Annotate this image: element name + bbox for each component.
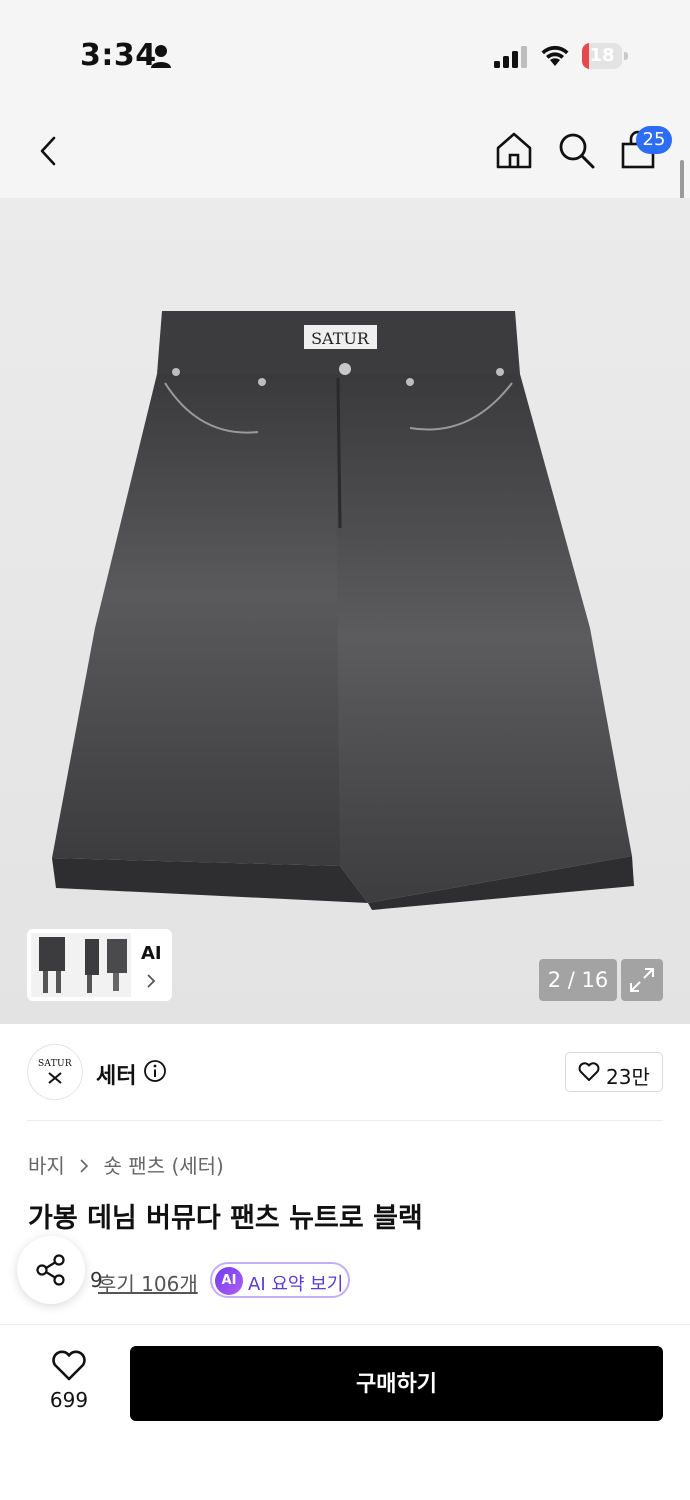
image-counter: 2 / 16 (539, 959, 617, 1001)
brand-name[interactable]: 세터 (96, 1058, 136, 1090)
wifi-icon (541, 45, 569, 66)
buy-button[interactable]: 구매하기 (130, 1346, 663, 1421)
nav-bar: 25 (0, 100, 690, 198)
cellular-signal-icon (494, 46, 527, 68)
expand-icon (630, 968, 654, 992)
divider (27, 1120, 663, 1121)
battery-cap (624, 52, 628, 60)
battery-indicator: 18 (582, 43, 628, 69)
battery-percent: 18 (589, 45, 615, 66)
battery-body: 18 (582, 43, 622, 69)
thumbnail-image (31, 933, 131, 997)
brand-like-button[interactable]: 23만 (565, 1052, 663, 1092)
share-icon (36, 1254, 65, 1286)
brand-logo-text: SATUR (37, 1059, 73, 1069)
review-link[interactable]: 후기 106개 (98, 1268, 198, 1297)
bottom-divider (0, 1324, 690, 1325)
wishlist-count: 699 (49, 1388, 89, 1412)
heart-icon (578, 1062, 600, 1081)
breadcrumb-item-short-pants[interactable]: 숏 팬츠 (세터) (104, 1154, 224, 1178)
search-icon[interactable] (556, 130, 596, 170)
person-icon (151, 45, 171, 68)
product-image: SATUR (52, 311, 634, 910)
ai-summary-button[interactable]: AI AI 요약 보기 (210, 1262, 350, 1298)
brand-logo[interactable]: SATUR (27, 1044, 83, 1100)
share-button[interactable] (17, 1236, 85, 1304)
chevron-right-icon (147, 974, 156, 988)
info-icon[interactable] (143, 1059, 167, 1083)
thumbnail-ai-label: AI (141, 943, 162, 964)
ai-lookbook-thumbnail[interactable]: AI (27, 929, 172, 1001)
product-image-gallery[interactable]: SATUR AI 2 / 16 (0, 198, 690, 1024)
jeans-label-text: SATUR (311, 329, 370, 348)
expand-button[interactable] (621, 959, 663, 1001)
brand-mark-icon (48, 1072, 62, 1084)
wishlist-button[interactable]: 699 (34, 1346, 104, 1422)
heart-icon (52, 1350, 86, 1381)
product-title: 가봉 데님 버뮤다 팬츠 뉴트로 블랙 (28, 1203, 423, 1234)
back-icon[interactable] (34, 132, 64, 170)
breadcrumb-item-pants[interactable]: 바지 (28, 1154, 65, 1178)
cart-count-badge: 25 (636, 126, 672, 154)
status-time: 3:34 (80, 38, 157, 73)
status-bar: 3:34 18 (0, 0, 690, 100)
rating-row: 9 후기 106개 AI AI 요약 보기 (28, 1262, 668, 1300)
ai-summary-label: AI 요약 보기 (248, 1274, 344, 1295)
ai-badge-icon: AI (215, 1267, 243, 1295)
brand-row: SATUR 세터 23만 (0, 1024, 690, 1120)
chevron-right-icon (80, 1159, 89, 1173)
brand-like-count: 23만 (606, 1065, 650, 1089)
home-icon[interactable] (494, 130, 534, 170)
breadcrumb: 바지 숏 팬츠 (세터) (28, 1150, 224, 1179)
